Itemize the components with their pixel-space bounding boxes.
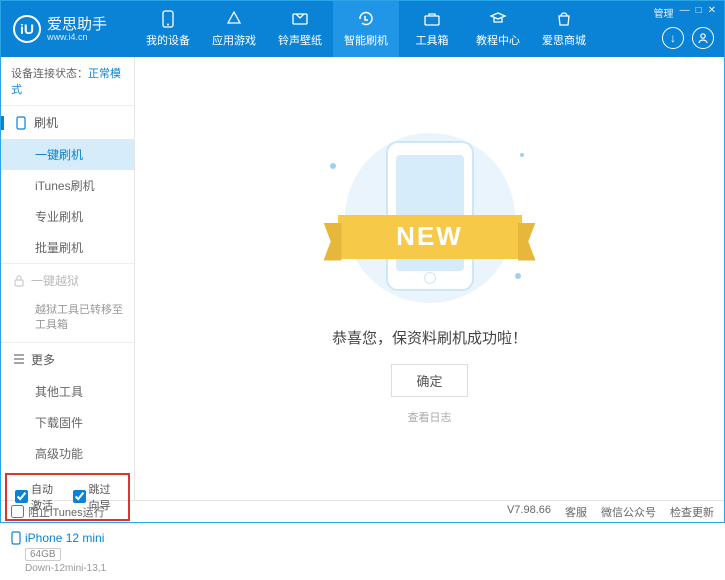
main-content: NEW 恭喜您，保资料刷机成功啦！ 确定 查看日志 [135,57,724,500]
nav-flash[interactable]: 智能刷机 [333,1,399,57]
connection-status: 设备连接状态：正常模式 [1,57,134,105]
nav-store[interactable]: 爱思商城 [531,1,597,57]
flash-icon [357,10,375,28]
logo: iU 爱思助手 www.i4.cn [1,15,135,43]
nav: 我的设备 应用游戏 铃声壁纸 智能刷机 工具箱 教程中心 爱思商城 [135,1,724,57]
app-url: www.i4.cn [47,32,107,42]
view-log-link[interactable]: 查看日志 [408,409,452,425]
sidebar-head-jailbreak[interactable]: 一键越狱 [1,264,134,297]
lock-icon [13,275,25,287]
sidebar-item-advanced[interactable]: 高级功能 [1,438,134,469]
header-actions: ↓ [662,27,714,49]
tutorial-icon [489,10,507,28]
success-message: 恭喜您，保资料刷机成功啦！ [332,327,527,348]
sidebar-item-other[interactable]: 其他工具 [1,376,134,407]
sidebar-head-flash[interactable]: 刷机 [1,106,134,139]
checkbox-block-itunes[interactable]: 阻止iTunes运行 [11,504,105,520]
sidebar: 设备连接状态：正常模式 刷机 一键刷机 iTunes刷机 专业刷机 批量刷机 一… [1,57,135,500]
nav-ringtone[interactable]: 铃声壁纸 [267,1,333,57]
apps-icon [225,10,243,28]
new-ribbon: NEW [338,215,522,259]
nav-tutorial[interactable]: 教程中心 [465,1,531,57]
app-name: 爱思助手 [47,17,107,32]
update-link[interactable]: 检查更新 [670,504,714,520]
sidebar-item-itunes[interactable]: iTunes刷机 [1,170,134,201]
sidebar-item-oneclick[interactable]: 一键刷机 [1,139,134,170]
jailbreak-note: 越狱工具已转移至工具箱 [1,297,134,342]
logo-icon: iU [13,15,41,43]
ok-button[interactable]: 确定 [391,364,467,397]
sidebar-item-pro[interactable]: 专业刷机 [1,201,134,232]
phone-icon [16,116,28,130]
nav-my-device[interactable]: 我的设备 [135,1,201,57]
phone-icon [159,10,177,28]
illustration: NEW [320,133,540,313]
header: iU 爱思助手 www.i4.cn 我的设备 应用游戏 铃声壁纸 智能刷机 工具… [1,1,724,57]
sidebar-item-batch[interactable]: 批量刷机 [1,232,134,263]
nav-apps[interactable]: 应用游戏 [201,1,267,57]
phone-icon [11,531,21,545]
device-capacity: 64GB [25,548,61,561]
minimize-button[interactable]: — [680,5,690,20]
wechat-link[interactable]: 微信公众号 [601,504,656,520]
manage-button[interactable]: 管理 [654,5,674,20]
store-icon [555,10,573,28]
download-icon[interactable]: ↓ [662,27,684,49]
ringtone-icon [291,10,309,28]
sidebar-head-more[interactable]: 更多 [1,343,134,376]
support-link[interactable]: 客服 [565,504,587,520]
menu-icon [13,354,25,364]
version-label: V7.98.66 [507,504,551,520]
device-firmware: Down-12mini-13,1 [25,563,124,574]
device-info[interactable]: iPhone 12 mini 64GB Down-12mini-13,1 [1,525,134,580]
toolbox-icon [423,10,441,28]
close-button[interactable]: ✕ [708,5,716,20]
maximize-button[interactable]: □ [696,5,702,20]
window-controls: 管理 — □ ✕ [654,5,716,20]
nav-toolbox[interactable]: 工具箱 [399,1,465,57]
sidebar-item-download-fw[interactable]: 下载固件 [1,407,134,438]
user-icon[interactable] [692,27,714,49]
